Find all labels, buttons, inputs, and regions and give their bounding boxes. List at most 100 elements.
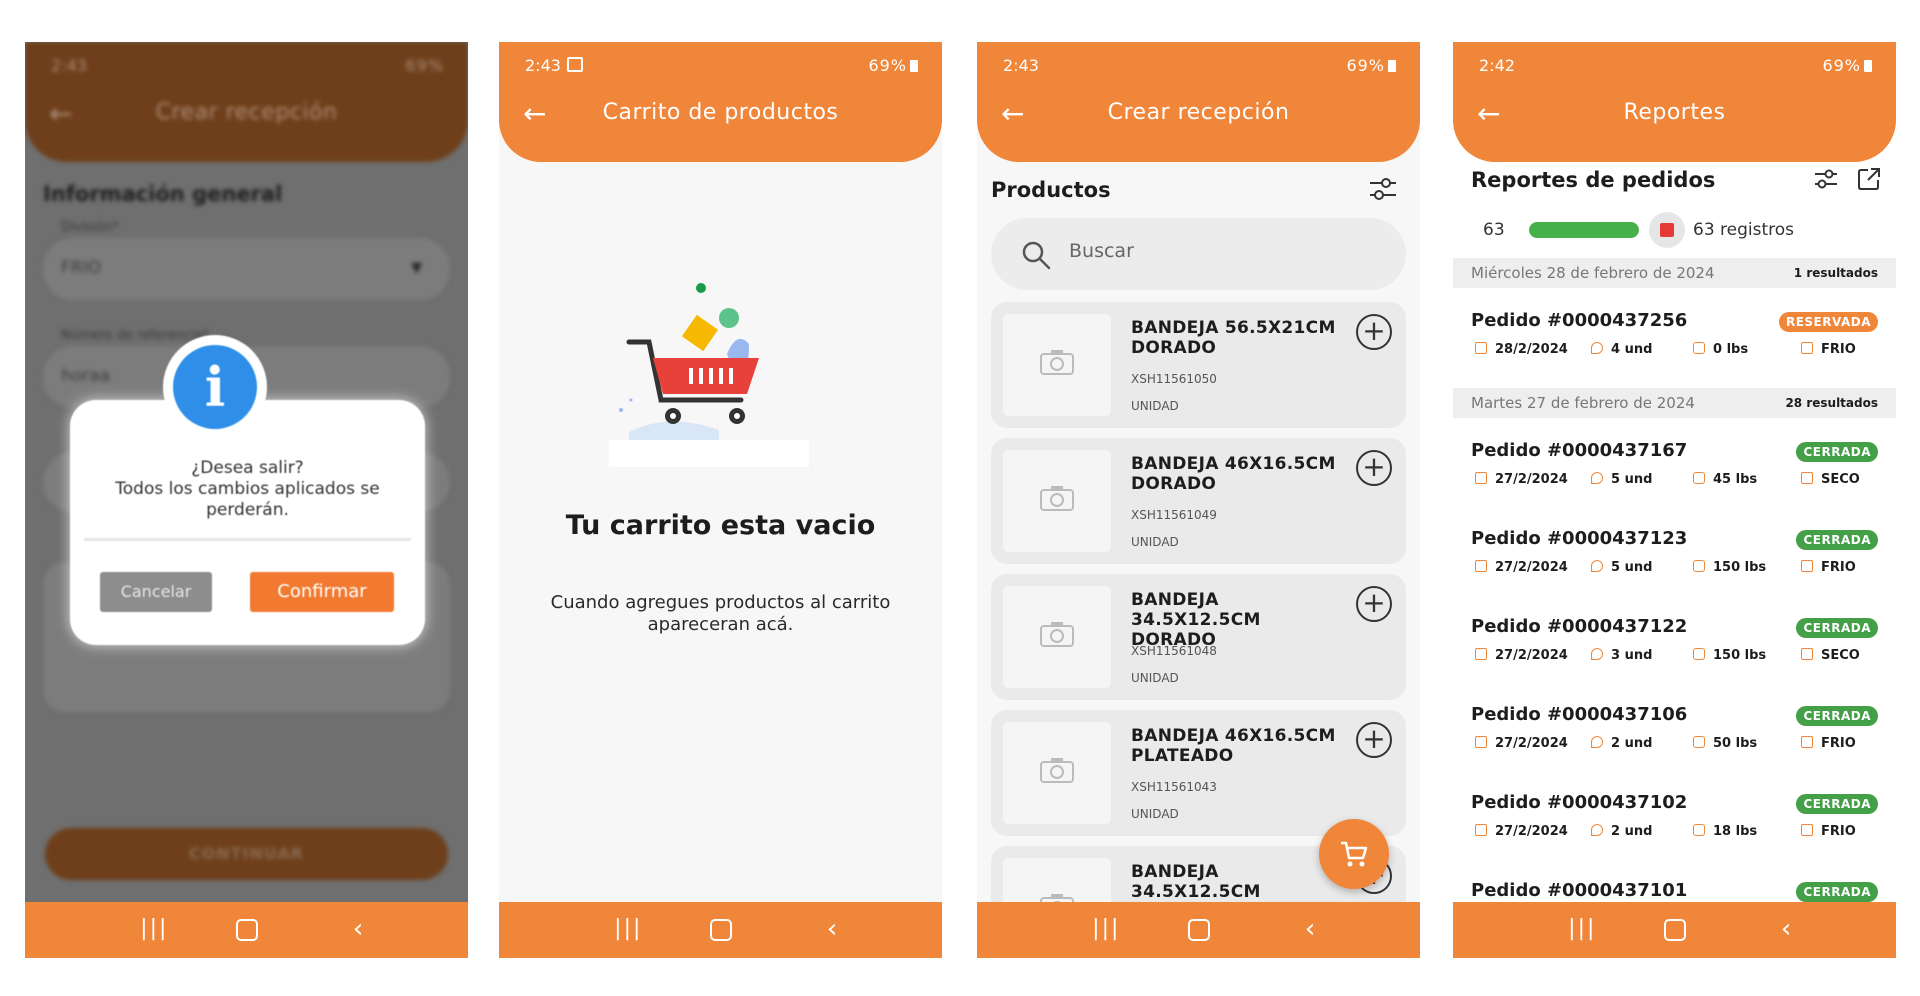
dialog-message: ¿Desea salir? Todos los cambios aplicado… — [115, 458, 380, 520]
calendar-icon — [1475, 648, 1487, 660]
product-card[interactable]: BANDEJA 46X16.5CM PLATEADO XSH11561043 U… — [991, 710, 1406, 836]
reference-label: Número de referencia* — [61, 328, 210, 343]
status-bar: 2:43 69% — [977, 56, 1420, 78]
chevron-down-icon: ▼ — [411, 260, 422, 276]
nav-back-icon[interactable]: ‹ — [1305, 914, 1315, 944]
order-row[interactable]: Pedido #0000437123 CERRADA 27/2/2024 5 u… — [1453, 528, 1896, 598]
status-badge: CERRADA — [1796, 618, 1878, 638]
order-row[interactable]: Pedido #0000437106 CERRADA 27/2/2024 2 u… — [1453, 704, 1896, 774]
order-weight: 0 lbs — [1693, 342, 1748, 357]
product-card[interactable]: BANDEJA 56.5X21CM DORADO XSH11561050 UNI… — [991, 302, 1406, 428]
cart-button[interactable] — [1319, 819, 1389, 889]
product-image — [1003, 586, 1111, 688]
recent-apps-icon[interactable]: ||| — [140, 916, 168, 941]
section-title: Reportes de pedidos — [1471, 168, 1716, 192]
continue-button[interactable]: CONTINUAR — [45, 828, 448, 880]
product-card[interactable]: BANDEJA 34.5X12.5CM DORADO XSH11561048 U… — [991, 574, 1406, 700]
order-division: FRIO — [1801, 342, 1856, 357]
home-icon[interactable] — [1663, 919, 1686, 941]
status-bar: 2:43 69% — [25, 56, 468, 78]
add-icon[interactable]: + — [1356, 450, 1392, 486]
cart-icon — [1341, 841, 1368, 867]
search-input[interactable]: Buscar — [991, 218, 1406, 290]
status-battery: 69% — [868, 56, 918, 75]
order-row[interactable]: Pedido #0000437167 CERRADA 27/2/2024 5 u… — [1453, 440, 1896, 510]
tag-icon — [1591, 342, 1603, 354]
product-name: BANDEJA 34.5X12.5CM DORADO — [1131, 590, 1261, 650]
box-icon — [1801, 736, 1813, 748]
add-icon[interactable]: + — [1356, 722, 1392, 758]
status-battery: 69% — [1822, 56, 1872, 75]
order-division: FRIO — [1801, 736, 1856, 751]
status-time: 2:43 — [51, 56, 87, 75]
screen-cart: 2:43 69% ← Carrito de productos Tu carri… — [499, 42, 942, 958]
weight-icon — [1693, 472, 1705, 484]
recent-apps-icon[interactable]: ||| — [614, 916, 642, 941]
order-division: FRIO — [1801, 560, 1856, 575]
product-code: XSH11561049 — [1131, 508, 1217, 522]
tag-icon — [1591, 736, 1603, 748]
system-nav-bar: ||| ‹ — [1453, 902, 1896, 958]
status-badge: CERRADA — [1796, 442, 1878, 462]
order-row[interactable]: Pedido #0000437102 CERRADA 27/2/2024 2 u… — [1453, 792, 1896, 862]
empty-cart-description: Cuando agregues productos al carrito apa… — [550, 592, 891, 635]
nav-back-icon[interactable]: ‹ — [827, 914, 837, 944]
product-image — [1003, 722, 1111, 824]
search-icon — [1022, 241, 1051, 270]
product-card[interactable]: BANDEJA 46X16.5CM DORADO XSH11561049 UNI… — [991, 438, 1406, 564]
stop-button[interactable] — [1649, 212, 1685, 248]
nav-back-icon[interactable]: ‹ — [353, 914, 363, 944]
order-units: 5 und — [1591, 472, 1652, 487]
exit-dialog: ¿Desea salir? Todos los cambios aplicado… — [70, 400, 425, 645]
order-units: 2 und — [1591, 824, 1652, 839]
order-title: Pedido #0000437106 — [1471, 704, 1688, 725]
division-select[interactable] — [43, 238, 450, 300]
weight-icon — [1693, 736, 1705, 748]
weight-icon — [1693, 648, 1705, 660]
product-name: BANDEJA 46X16.5CM PLATEADO — [1131, 726, 1336, 766]
cancel-button[interactable]: Cancelar — [100, 572, 212, 612]
date-group-header: Martes 27 de febrero de 2024 28 resultad… — [1453, 388, 1896, 418]
progress-fill — [1529, 222, 1639, 238]
battery-icon — [1864, 60, 1872, 72]
status-bar: 2:42 69% — [1453, 56, 1896, 78]
home-icon[interactable] — [709, 919, 732, 941]
home-icon[interactable] — [235, 919, 258, 941]
screen-products: 2:43 69% ← Crear recepción Productos Bus… — [977, 42, 1420, 958]
box-icon — [1801, 342, 1813, 354]
product-code: XSH11561043 — [1131, 780, 1217, 794]
order-units: 4 und — [1591, 342, 1652, 357]
battery-icon — [910, 60, 918, 72]
order-row[interactable]: Pedido #0000437122 CERRADA 27/2/2024 3 u… — [1453, 616, 1896, 686]
order-title: Pedido #0000437256 — [1471, 310, 1688, 331]
recent-apps-icon[interactable]: ||| — [1092, 916, 1120, 941]
add-icon[interactable]: + — [1356, 314, 1392, 350]
filter-icon[interactable] — [1368, 174, 1398, 204]
calendar-icon — [1475, 560, 1487, 572]
order-row[interactable]: Pedido #0000437256 RESERVADA 28/2/2024 4… — [1453, 310, 1896, 380]
camera-icon — [1040, 350, 1074, 375]
empty-cart-title: Tu carrito esta vacio — [565, 510, 876, 541]
screen-reports: 2:42 69% ← Reportes Reportes de pedidos … — [1453, 42, 1896, 958]
export-icon[interactable] — [1856, 166, 1882, 192]
calendar-icon — [1475, 342, 1487, 354]
section-title: Información general — [43, 182, 283, 206]
division-label: División* — [61, 220, 120, 235]
product-name: BANDEJA 46X16.5CM DORADO — [1131, 454, 1336, 494]
status-badge: CERRADA — [1796, 530, 1878, 550]
nav-back-icon[interactable]: ‹ — [1781, 914, 1791, 944]
add-icon[interactable]: + — [1356, 586, 1392, 622]
order-weight: 45 lbs — [1693, 472, 1757, 487]
recent-apps-icon[interactable]: ||| — [1568, 916, 1596, 941]
confirm-button[interactable]: Confirmar — [250, 572, 394, 612]
filter-icon[interactable] — [1813, 166, 1839, 192]
status-battery: 69% — [405, 56, 444, 75]
home-icon[interactable] — [1187, 919, 1210, 941]
order-title: Pedido #0000437101 — [1471, 880, 1688, 901]
total-records: 63 registros — [1693, 220, 1795, 240]
order-units: 2 und — [1591, 736, 1652, 751]
camera-icon — [1040, 758, 1074, 783]
product-image — [1003, 450, 1111, 552]
tag-icon — [1591, 648, 1603, 660]
status-time: 2:42 — [1479, 56, 1515, 75]
